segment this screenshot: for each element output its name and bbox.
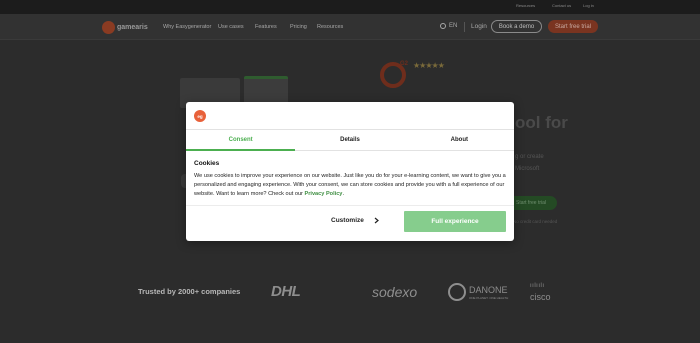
g2-badge-label: G2 bbox=[399, 61, 408, 67]
consent-tabs: Consent Details About bbox=[186, 129, 514, 151]
cookies-description-text: We use cookies to improve your experienc… bbox=[194, 173, 506, 197]
logo-text: gamearis bbox=[117, 23, 148, 31]
tab-consent[interactable]: Consent bbox=[186, 130, 296, 151]
start-trial-button[interactable]: Start free trial bbox=[548, 20, 598, 33]
dhl-logo: DHL bbox=[271, 283, 301, 300]
tab-details[interactable]: Details bbox=[295, 130, 404, 150]
globe-icon bbox=[440, 23, 446, 29]
chevron-right-icon bbox=[374, 217, 379, 224]
trusted-by-label: Trusted by 2000+ companies bbox=[138, 287, 241, 296]
privacy-policy-link[interactable]: Privacy Policy bbox=[304, 191, 342, 197]
hero-cta-note: No credit card needed bbox=[513, 219, 558, 224]
nav-item-resources[interactable]: Resources bbox=[317, 24, 343, 30]
nav-item-use-cases[interactable]: Use cases bbox=[218, 24, 244, 30]
g2-badge-icon: G2 bbox=[380, 61, 408, 88]
language-selector[interactable]: EN bbox=[440, 23, 457, 29]
cookie-consent-dialog: eg Consent Details About Cookies We use … bbox=[186, 102, 514, 241]
danone-logo: DANONE bbox=[469, 285, 508, 295]
hero-text: Microsoft bbox=[515, 166, 540, 172]
nav-item-why[interactable]: Why Easygenerator bbox=[163, 24, 211, 30]
language-label: EN bbox=[449, 23, 458, 29]
tab-about[interactable]: About bbox=[405, 130, 514, 150]
customize-label: Customize bbox=[331, 217, 364, 224]
cookies-heading: Cookies bbox=[194, 160, 220, 167]
logo-mark-icon bbox=[102, 20, 115, 34]
sodexo-logo: sodexo bbox=[372, 284, 418, 300]
rating-stars-icon: ★★★★★ bbox=[413, 61, 445, 70]
full-experience-button[interactable]: Full experience bbox=[404, 211, 506, 232]
danone-tagline: ONE PLANET. ONE HEALTH bbox=[469, 296, 509, 300]
hero-title: ool for bbox=[515, 113, 568, 132]
login-link[interactable]: Login bbox=[471, 23, 487, 30]
cookies-description-end: . bbox=[342, 191, 344, 197]
cookies-description: We use cookies to improve your experienc… bbox=[194, 172, 512, 199]
topbar-link[interactable]: Resources bbox=[516, 3, 535, 8]
brand-logo[interactable]: gamearis bbox=[102, 20, 148, 34]
nav-item-pricing[interactable]: Pricing bbox=[290, 24, 307, 30]
dialog-divider bbox=[186, 205, 514, 206]
cisco-bars-icon: ıılıılı bbox=[530, 283, 545, 289]
easygenerator-logo-icon: eg bbox=[194, 110, 206, 122]
nav-divider bbox=[464, 22, 465, 32]
cisco-logo: cisco bbox=[530, 292, 551, 302]
book-demo-button[interactable]: Book a demo bbox=[491, 20, 542, 33]
topbar-link[interactable]: Contact us bbox=[552, 3, 571, 8]
top-utility-bar: Resources Contact us Log in bbox=[0, 0, 700, 14]
customize-button[interactable]: Customize bbox=[331, 217, 379, 224]
danone-logo-icon bbox=[448, 283, 466, 301]
nav-item-features[interactable]: Features bbox=[255, 24, 277, 30]
topbar-link[interactable]: Log in bbox=[583, 3, 594, 8]
hero-text: g or create bbox=[515, 154, 544, 160]
